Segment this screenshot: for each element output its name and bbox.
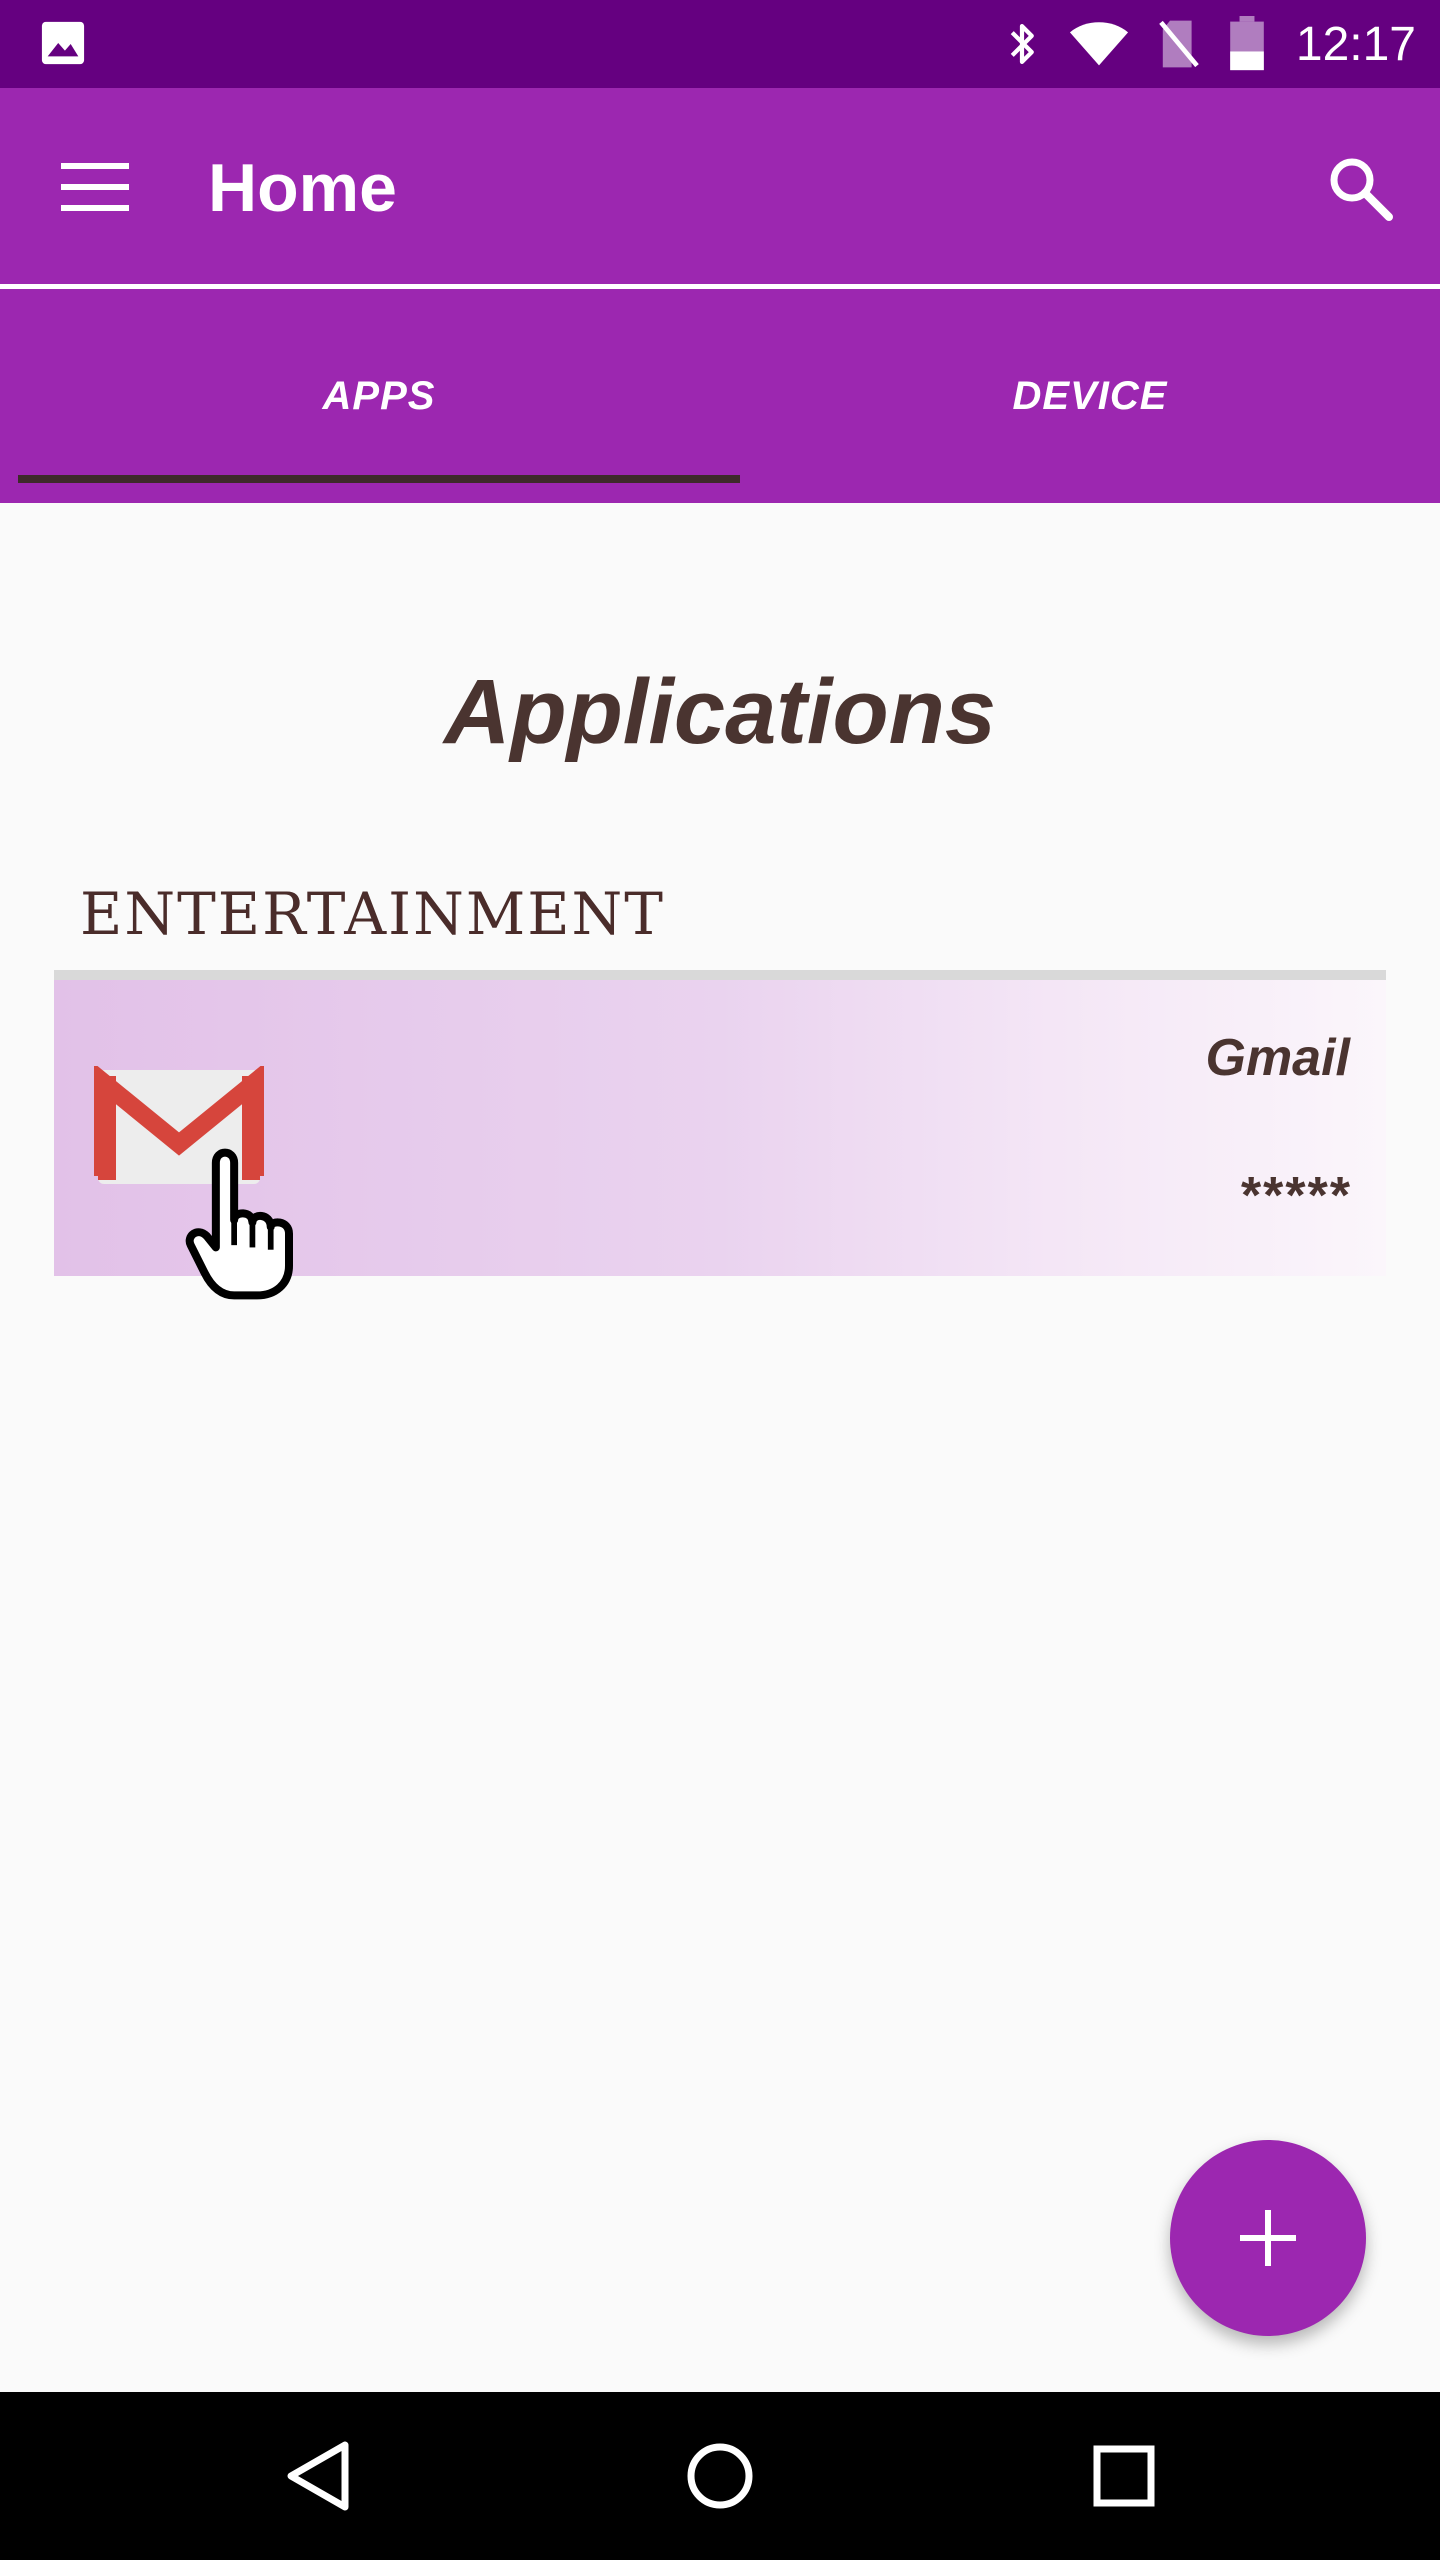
nav-bar [0,2392,1440,2560]
back-icon [287,2441,349,2511]
page-title: Home [208,150,397,226]
battery-icon [1230,16,1264,71]
wifi-icon [1069,22,1128,66]
bluetooth-icon [1010,24,1034,64]
menu-icon[interactable] [56,154,134,220]
list-item[interactable]: Gmail ***** [54,980,1386,1300]
tab-bar: APPS DEVICE [0,289,1440,503]
gallery-icon [41,21,85,65]
back-button[interactable] [234,2392,402,2560]
add-button[interactable] [1170,2140,1366,2336]
pointer-hand-icon [185,1148,293,1300]
status-time: 12:17 [1295,17,1416,71]
tab-apps[interactable]: APPS [18,289,740,503]
app-bar: Home [0,88,1440,288]
status-icons: 12:17 [1002,0,1416,88]
app-name: Gmail [1205,1029,1351,1087]
category-divider [54,970,1386,980]
status-bar: 12:17 [0,0,1440,88]
tab-indicator [18,475,740,483]
category-label: ENTERTAINMENT [80,880,665,948]
tab-device[interactable]: DEVICE [740,289,1440,503]
no-sim-icon [1159,20,1199,68]
recents-icon [1093,2445,1155,2507]
plus-icon [1240,2210,1296,2266]
search-icon[interactable] [1320,148,1400,228]
recents-button[interactable] [1040,2392,1208,2560]
section-heading: Applications [443,661,997,763]
home-button[interactable] [636,2392,804,2560]
home-icon [687,2443,753,2509]
app-password: ***** [1238,1167,1350,1225]
